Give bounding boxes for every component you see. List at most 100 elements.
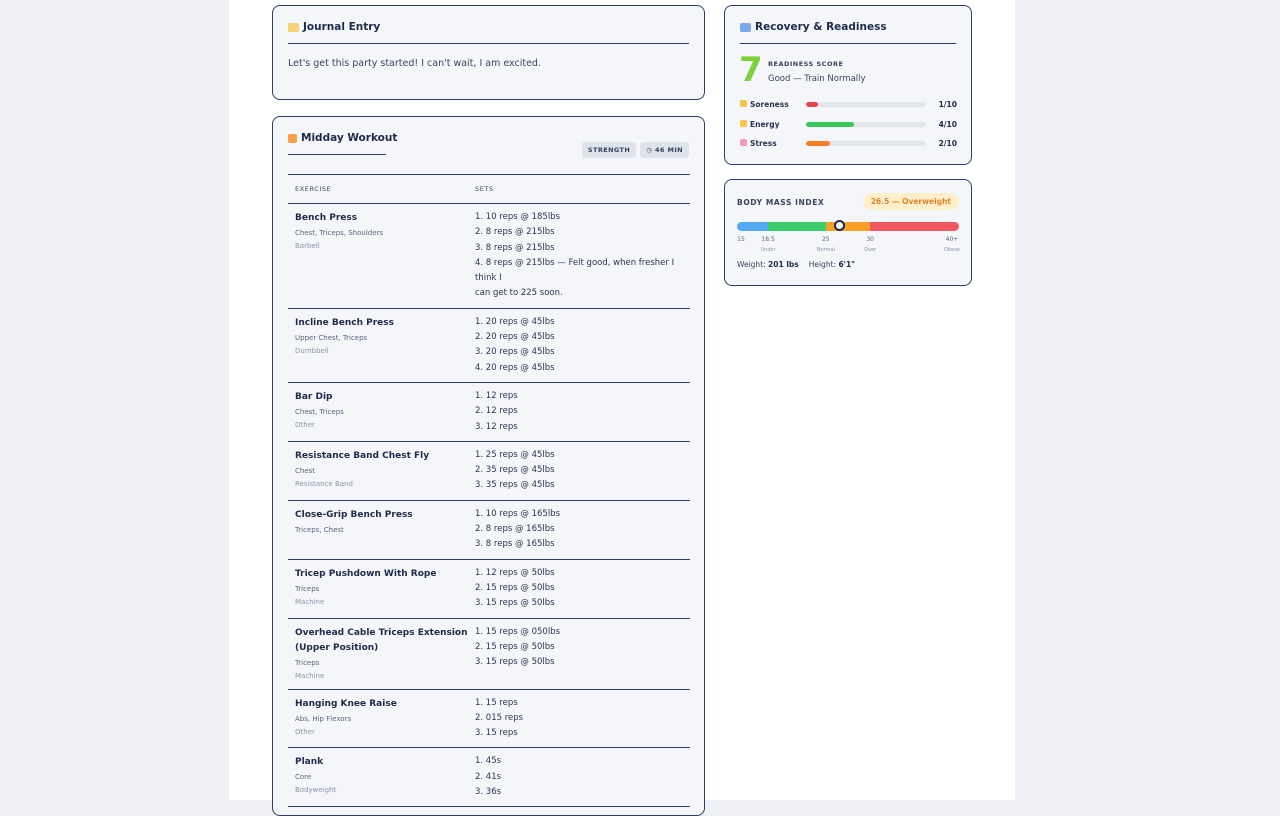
exercise-cell: Plank Core Bodyweight [288, 754, 468, 800]
exercise-equipment: Barbell [295, 242, 320, 250]
set-line: 1. 45s [475, 756, 502, 767]
bmi-title: BODY MASS INDEX [737, 198, 825, 207]
exercise-name: Resistance Band Chest Fly [295, 450, 430, 461]
exercise-muscles: Triceps [295, 658, 320, 667]
table-row: Tricep Pushdown With Rope Triceps Machine… [288, 560, 690, 619]
set-line: 3. 8 reps @ 165lbs [475, 539, 555, 550]
exercise-equipment: Resistance Band [295, 479, 353, 488]
height-value: 6'1" [838, 260, 856, 269]
duration-label: 46 MIN [654, 146, 683, 154]
metric-bar [806, 121, 926, 127]
metric-bar-fill [806, 121, 854, 127]
bmi-badge: 26.5 — Overweight [862, 193, 959, 210]
exercise-muscles: Abs, Hip Flexors [295, 714, 352, 723]
table-row: Hanging Knee Raise Abs, Hip Flexors Other… [288, 690, 690, 749]
table-row: Resistance Band Chest Fly Chest Resistanc… [288, 442, 690, 501]
exercise-cell: Resistance Band Chest Fly Chest Resistanc… [288, 448, 468, 494]
exercise-name: Plank [295, 757, 324, 768]
set-line: 1. 15 reps [475, 697, 518, 708]
metric-bar [806, 140, 926, 146]
weight-stat: Weight: 201 lbs [737, 260, 799, 269]
set-line: 2. 8 reps @ 215lbs [475, 227, 555, 238]
metric-soreness: Soreness 1/10 [740, 98, 957, 110]
workout-chips: STRENGTH ◷ 46 MIN [581, 142, 689, 158]
table-row: Overhead Cable Triceps Extension (Upper … [288, 619, 690, 690]
set-line: 1. 10 reps @ 185lbs [475, 212, 561, 222]
exercise-cell: Incline Bench Press Upper Chest, Triceps… [288, 315, 468, 376]
sets-cell: 1. 45s 2. 41s 3. 36s [468, 754, 690, 800]
bmi-tick-label: 30 [866, 236, 875, 243]
set-line: 2. 20 reps @ 45lbs [475, 332, 555, 343]
metric-value: 2/10 [938, 138, 957, 148]
set-line: 2. 12 reps [475, 406, 518, 417]
set-line: 1. 12 reps @ 50lbs [475, 567, 555, 578]
recovery-card: Recovery & Readiness 7 READINESS SCORE G… [724, 5, 972, 165]
set-line: 2. 15 reps @ 50lbs [475, 582, 555, 593]
exercise-equipment: Bodyweight [295, 786, 337, 795]
exercise-equipment: Other [295, 727, 315, 736]
set-line: 1. 15 reps @ 050lbs [475, 626, 561, 637]
set-line: 2. 41s [475, 771, 502, 782]
set-line: 3. 15 reps [475, 728, 518, 739]
table-row: Bar Dip Chest, Triceps Other 1. 12 reps 2. … [288, 383, 690, 442]
column-header-exercise: EXERCISE [295, 185, 332, 193]
exercise-muscles: Chest, Triceps [295, 407, 344, 416]
readiness-text: Good — Train Normally [768, 74, 866, 84]
exercise-muscles: Core [295, 773, 312, 782]
journal-text: Let's get this party started! I can't wa… [288, 58, 541, 69]
recovery-title: Recovery & Readiness [755, 21, 887, 33]
exercise-name: Hanging Knee Raise [295, 698, 397, 709]
sets-cell: 1. 12 reps @ 50lbs 2. 15 reps @ 50lbs 3. 1… [468, 566, 690, 612]
exercise-muscles: Chest, Triceps, Shoulders [295, 229, 384, 237]
workout-title: Midday Workout [301, 132, 398, 144]
set-line: 4. 8 reps @ 215lbs — Felt good, when fre… [475, 257, 675, 284]
bmi-tick-category: Under [760, 247, 776, 253]
sets-cell: 1. 15 reps 2. 015 reps 3. 15 reps [468, 696, 690, 742]
clock-icon: ◷ [646, 146, 655, 154]
exercise-muscles: Triceps, Chest [295, 525, 344, 534]
set-line: 1. 12 reps [475, 390, 518, 401]
set-line: 3. 12 reps [475, 421, 518, 432]
divider [288, 154, 386, 155]
set-line: 1. 10 reps @ 165lbs [475, 508, 561, 519]
metric-name: Soreness [750, 99, 789, 109]
set-line: 1. 20 reps @ 45lbs [475, 316, 555, 327]
flexed-arm-icon [740, 99, 747, 107]
exercise-table: EXERCISE SETS Bench Press Chest, Triceps… [288, 174, 690, 808]
memo-icon [288, 22, 299, 32]
column-header-sets: SETS [475, 185, 494, 193]
readiness-score: 7 [739, 50, 763, 90]
exercise-cell: Tricep Pushdown With Rope Triceps Machine [288, 566, 468, 612]
set-line: 2. 015 reps [475, 712, 524, 723]
readiness-label: READINESS SCORE [768, 60, 844, 68]
metric-energy: Energy 4/10 [740, 118, 957, 130]
bmi-tick-label: 15 [737, 236, 745, 243]
weight-label: Weight: [737, 260, 766, 269]
weightlifter-icon [288, 133, 297, 143]
sets-cell: 1. 25 reps @ 45lbs 2. 35 reps @ 45lbs 3. 3… [468, 448, 690, 494]
set-line: 2. 8 reps @ 165lbs [475, 524, 555, 535]
bmi-segment [768, 222, 826, 231]
sets-cell: 1. 10 reps @ 185lbs 2. 8 reps @ 215lbs 3. … [468, 210, 690, 302]
set-line: 3. 35 reps @ 45lbs [475, 480, 555, 491]
exercise-equipment: Machine [295, 671, 325, 680]
workout-type-chip: STRENGTH [581, 142, 637, 158]
set-line: 1. 25 reps @ 45lbs [475, 449, 555, 460]
table-header: EXERCISE SETS [288, 174, 690, 204]
sets-cell: 1. 20 reps @ 45lbs 2. 20 reps @ 45lbs 3. 2… [468, 315, 690, 376]
workout-card: Midday Workout STRENGTH ◷ 46 MIN EXERCIS… [272, 116, 705, 816]
bmi-tick-label: 25 [821, 236, 830, 243]
divider [288, 43, 689, 44]
brain-icon [740, 138, 747, 146]
height-stat: Height: 6'1" [809, 260, 855, 269]
lightning-icon [740, 119, 747, 127]
metric-bar-fill [806, 140, 830, 146]
bmi-scale-bar [737, 222, 959, 231]
bmi-tick-category: Over [864, 247, 877, 253]
exercise-cell: Hanging Knee Raise Abs, Hip Flexors Other [288, 696, 468, 742]
weight-value: 201 lbs [768, 260, 799, 269]
set-line: 4. 20 reps @ 45lbs [475, 362, 555, 373]
bmi-tick-category: Normal [816, 247, 835, 253]
sets-cell: 1. 10 reps @ 165lbs 2. 8 reps @ 165lbs 3. … [468, 507, 690, 553]
metric-value: 4/10 [938, 119, 957, 129]
